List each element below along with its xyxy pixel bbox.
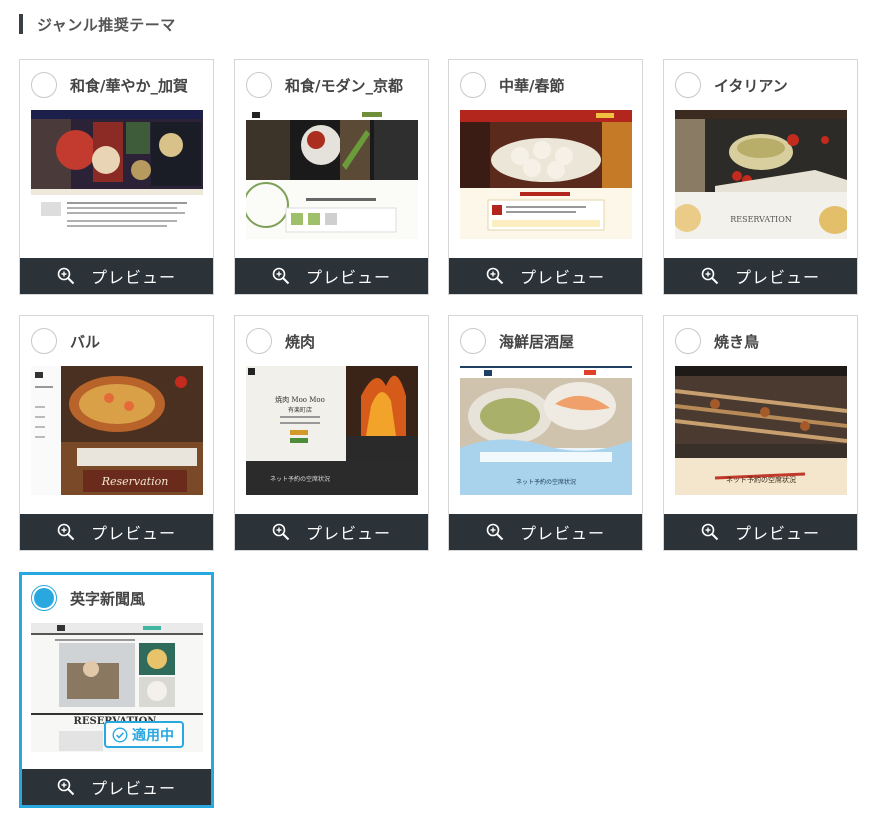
theme-name: 英字新聞風 (70, 589, 146, 608)
theme-thumbnail: Reservation (31, 366, 203, 495)
theme-name: 和食/華やか_加賀 (70, 76, 188, 95)
preview-label: プレビュー (90, 268, 176, 287)
theme-radio[interactable] (675, 328, 701, 354)
section-header: ジャンル推奨テーマ (19, 13, 176, 35)
theme-name: 焼き鳥 (714, 332, 760, 351)
theme-radio[interactable] (246, 328, 272, 354)
theme-card-izakaya[interactable]: 海鮮居酒屋 ネット予約の空席状況 プレビュー (448, 315, 643, 551)
zoom-in-icon (57, 523, 75, 541)
preview-label: プレビュー (305, 524, 391, 543)
theme-name: バル (70, 332, 101, 351)
theme-thumbnail: RESERVATION (675, 110, 847, 239)
theme-radio[interactable] (675, 72, 701, 98)
zoom-in-icon (701, 267, 719, 285)
net-reserve-text: ネット予約の空席状況 (726, 475, 796, 484)
preview-label: プレビュー (519, 268, 605, 287)
theme-thumbnail (246, 110, 418, 239)
zoom-in-icon (486, 267, 504, 285)
theme-name: 和食/モダン_京都 (285, 76, 403, 95)
applied-badge: 適用中 (104, 721, 184, 748)
theme-name: 海鮮居酒屋 (499, 332, 575, 351)
preview-button[interactable]: プレビュー (449, 514, 642, 550)
applied-label: 適用中 (132, 727, 174, 744)
theme-radio[interactable] (31, 585, 57, 611)
preview-label: プレビュー (734, 524, 820, 543)
yakiniku-title-text: 焼肉 Moo Moo (275, 395, 325, 404)
preview-label: プレビュー (519, 524, 605, 543)
theme-card-kaga[interactable]: 和食/華やか_加賀 プレビュー (19, 59, 214, 295)
preview-button[interactable]: プレビュー (20, 258, 213, 294)
theme-thumbnail (31, 110, 203, 239)
preview-button[interactable]: プレビュー (235, 514, 428, 550)
theme-name: 中華/春節 (499, 76, 565, 95)
zoom-in-icon (57, 778, 75, 796)
theme-card-yakiniku[interactable]: 焼肉 焼肉 Moo Moo 有楽町店 ネット予約の空席状況 プレビュー (234, 315, 429, 551)
yakiniku-sub-text: 有楽町店 (288, 406, 312, 414)
zoom-in-icon (272, 267, 290, 285)
reservation-text: RESERVATION (730, 215, 792, 224)
theme-name: イタリアン (714, 76, 788, 95)
preview-label: プレビュー (90, 524, 176, 543)
theme-radio[interactable] (460, 328, 486, 354)
net-reserve-text: ネット予約の空席状況 (270, 475, 330, 483)
theme-radio[interactable] (460, 72, 486, 98)
preview-button[interactable]: プレビュー (664, 514, 857, 550)
section-title: ジャンル推奨テーマ (37, 15, 176, 34)
preview-button[interactable]: プレビュー (22, 769, 211, 805)
theme-card-newspaper[interactable]: 英字新聞風 RESERVATION 適用中 プレビュー (19, 572, 214, 808)
preview-button[interactable]: プレビュー (235, 258, 428, 294)
theme-card-yakitori[interactable]: 焼き鳥 ネット予約の空席状況 プレビュー (663, 315, 858, 551)
section-title-bar (19, 14, 23, 34)
theme-card-chuka[interactable]: 中華/春節 プレビュー (448, 59, 643, 295)
zoom-in-icon (57, 267, 75, 285)
theme-name: 焼肉 (285, 332, 316, 351)
theme-card-bar[interactable]: バル Reservation プレビュー (19, 315, 214, 551)
preview-button[interactable]: プレビュー (449, 258, 642, 294)
preview-label: プレビュー (734, 268, 820, 287)
radio-selected-dot (34, 588, 54, 608)
theme-card-italian[interactable]: イタリアン RESERVATION プレビュー (663, 59, 858, 295)
theme-card-kyoto[interactable]: 和食/モダン_京都 プレビュー (234, 59, 429, 295)
theme-thumbnail: ネット予約の空席状況 (460, 366, 632, 495)
theme-thumbnail (460, 110, 632, 239)
theme-thumbnail: ネット予約の空席状況 (675, 366, 847, 495)
theme-radio[interactable] (31, 328, 57, 354)
zoom-in-icon (486, 523, 504, 541)
theme-thumbnail: 焼肉 Moo Moo 有楽町店 ネット予約の空席状況 (246, 366, 418, 495)
reservation-script-text: Reservation (101, 475, 169, 488)
zoom-in-icon (272, 523, 290, 541)
theme-radio[interactable] (31, 72, 57, 98)
zoom-in-icon (701, 523, 719, 541)
preview-label: プレビュー (90, 779, 176, 798)
preview-button[interactable]: プレビュー (664, 258, 857, 294)
check-circle-icon (112, 726, 128, 743)
preview-button[interactable]: プレビュー (20, 514, 213, 550)
theme-radio[interactable] (246, 72, 272, 98)
preview-label: プレビュー (305, 268, 391, 287)
net-reserve-text: ネット予約の空席状況 (516, 478, 576, 486)
